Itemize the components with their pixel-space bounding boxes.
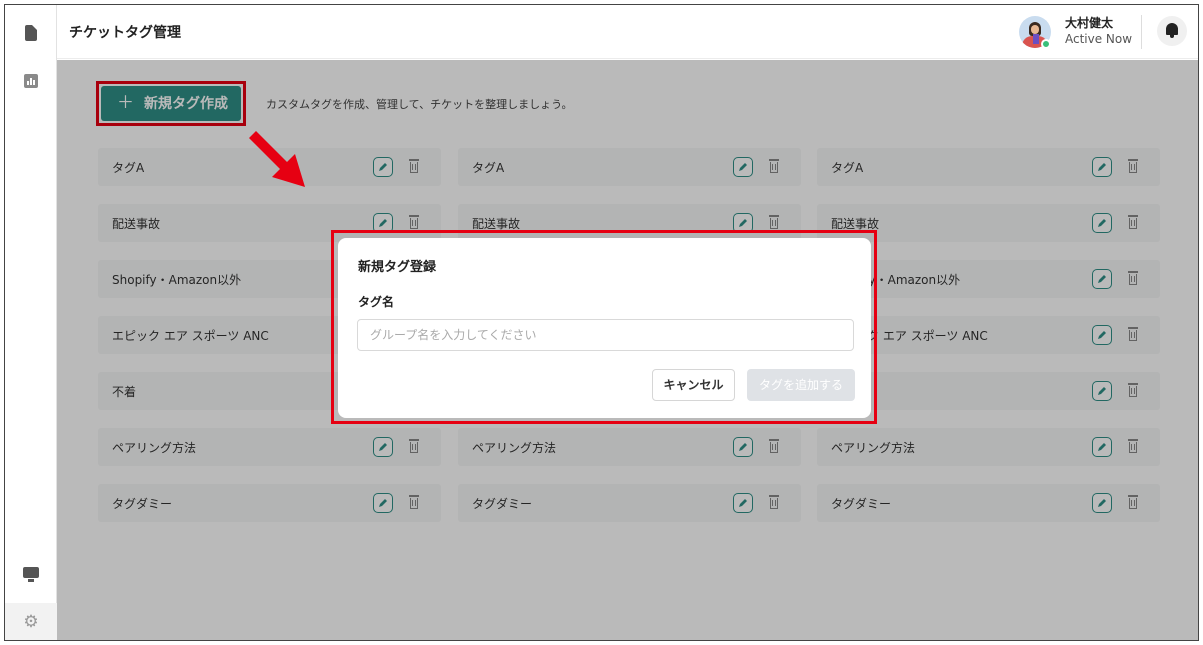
page-title: チケットタグ管理 bbox=[69, 25, 181, 41]
add-tag-button[interactable]: タグを追加する bbox=[747, 369, 855, 401]
document-icon[interactable] bbox=[22, 25, 40, 43]
tag-name-input[interactable] bbox=[357, 319, 854, 351]
monitor-icon[interactable] bbox=[22, 566, 40, 584]
header-divider bbox=[1141, 15, 1142, 49]
sidebar: ⚙ bbox=[5, 5, 57, 640]
cancel-button[interactable]: キャンセル bbox=[652, 369, 735, 401]
annotation-arrow bbox=[249, 131, 305, 187]
user-name: 大村健太 bbox=[1065, 16, 1114, 30]
notification-button[interactable] bbox=[1157, 16, 1187, 46]
new-tag-modal: 新規タグ登録 タグ名 キャンセル タグを追加する bbox=[338, 238, 871, 418]
tag-name-label: タグ名 bbox=[358, 295, 395, 309]
settings-area: ⚙ bbox=[5, 603, 57, 640]
user-status: Active Now bbox=[1065, 32, 1133, 46]
modal-title: 新規タグ登録 bbox=[358, 260, 437, 275]
header: チケットタグ管理 大村健太 Active Now bbox=[57, 5, 1198, 59]
app-frame: ⚙ チケットタグ管理 大村健太 Active Now ＋新規タグ作成 カスタムタ… bbox=[4, 4, 1199, 641]
chart-icon[interactable] bbox=[22, 72, 40, 90]
online-status-dot bbox=[1041, 39, 1051, 49]
gear-icon[interactable]: ⚙ bbox=[22, 613, 40, 631]
bell-icon bbox=[1166, 23, 1178, 35]
